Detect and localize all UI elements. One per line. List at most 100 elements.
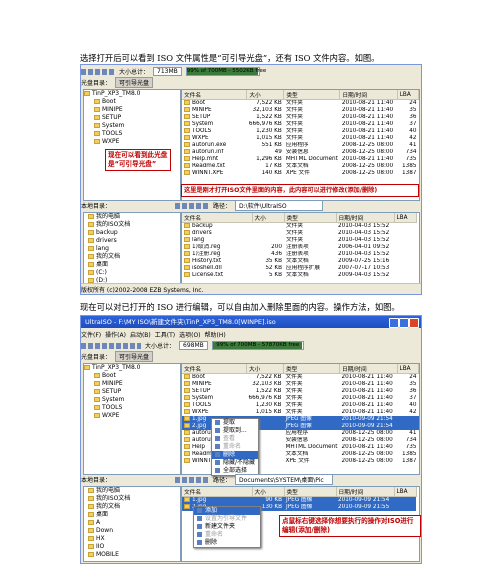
column-header[interactable]: 日期/时间 [339, 364, 398, 374]
tree-item[interactable]: SETUP [84, 114, 180, 122]
file-row[interactable]: 1)注册.reg 436 注册表项 2010-04-03 15:52 [182, 251, 416, 258]
file-row[interactable]: autorun.inf 49 安装信息 2008-12-25 08:00 734 [182, 149, 419, 156]
context-menu-item[interactable]: 删除 [194, 539, 260, 547]
file-row[interactable]: lang 文件夹 2010-04-03 15:52 [182, 237, 416, 244]
file-row[interactable]: Boot 7,522 KB 文件夹 2010-08-21 11:40 24 [182, 100, 419, 108]
file-row[interactable]: drivers 文件夹 2010-04-03 15:52 [182, 230, 416, 237]
column-header[interactable]: 文件名 [182, 90, 248, 100]
context-menu-item[interactable]: 重命名 [194, 531, 260, 539]
tree-item[interactable]: IIO [84, 543, 180, 551]
file-row[interactable]: WINNT.XPE 140 KB XPE 文件 2008-12-25 08:00 138… [182, 170, 419, 177]
column-header[interactable]: 大小 [246, 364, 284, 374]
context-menu-item[interactable]: 添加 [194, 507, 260, 515]
tree-item[interactable]: Down [84, 527, 180, 535]
context-menu-item[interactable]: 重命名 [212, 443, 258, 451]
column-header[interactable]: 类型 [284, 213, 337, 223]
file-row[interactable]: MINIPE 32,103 KB 文件夹 2010-08-21 11:40 35 [182, 381, 419, 388]
column-header[interactable]: 文件名 [182, 364, 247, 374]
column-header[interactable]: 大小 [252, 213, 285, 223]
file-row[interactable]: SETUP 1,522 KB 文件夹 2010-08-21 11:40 36 [182, 388, 419, 395]
tree-item[interactable]: Boot [84, 372, 180, 380]
column-header[interactable]: 文件名 [182, 487, 253, 497]
tree-item[interactable]: Boot [84, 98, 180, 106]
file-row[interactable]: TOOLS 1,230 KB 文件夹 2010-08-21 11:40 40 [182, 128, 419, 135]
file-row[interactable]: Readme.txt 17 KB 文本文档 2008-12-25 08:00 1385 [182, 163, 419, 170]
file-row[interactable]: MINIPE 32,103 KB 文件夹 2010-08-21 11:40 35 [182, 107, 419, 114]
menu-item[interactable]: 工具(T) [155, 330, 175, 339]
tree-item[interactable]: System [84, 122, 180, 130]
file-row[interactable]: autorun.exe 551 KB 应用程序 2008-12-25 08:00 41 [182, 142, 419, 149]
tree-item[interactable]: 我的ISO文档 [84, 221, 180, 229]
column-header[interactable]: 类型 [283, 90, 341, 100]
tree-root[interactable]: TinP_XP3_TM8.0 [84, 90, 180, 98]
tree-item[interactable]: drivers [84, 237, 180, 245]
tree-item[interactable]: SETUP [84, 388, 180, 396]
tree-item[interactable]: 我的文档 [84, 253, 180, 261]
minimize-button[interactable] [389, 318, 399, 328]
toolbar-icons[interactable] [81, 68, 115, 75]
file-row[interactable]: WXPE 1,015 KB 文件夹 2010-08-21 11:40 42 [182, 409, 419, 416]
toolbar-icons[interactable] [81, 342, 141, 349]
tree-item[interactable]: backup [84, 229, 180, 237]
column-header[interactable]: 类型 [283, 364, 340, 374]
context-menu-item[interactable]: 提取 [212, 419, 258, 427]
tree-item[interactable]: WXPE [84, 412, 180, 420]
column-header[interactable]: LBA [394, 487, 417, 497]
file-row[interactable]: System 666,976 KB 文件夹 2010-08-21 11:40 37 [182, 121, 419, 128]
tree-item[interactable]: TOOLS [84, 404, 180, 412]
column-header[interactable]: 类型 [284, 487, 337, 497]
context-menu-item[interactable]: 查看 [212, 435, 258, 443]
column-header[interactable]: 日期/时间 [339, 90, 398, 100]
local-toolbar-icons[interactable] [175, 202, 210, 209]
tree-item[interactable]: 我的电脑 [84, 487, 180, 495]
file-row[interactable]: TOOLS 1,230 KB 文件夹 2010-08-21 11:40 40 [182, 402, 419, 409]
maximize-button[interactable] [399, 318, 409, 328]
file-row[interactable]: 1.jpg 90 KB JPEG 图像 2010-09-09 21:54 [182, 496, 416, 504]
tree-item[interactable]: WXPE [84, 138, 180, 146]
file-row[interactable]: History.txt 35 KB 文本文档 2009-07-25 15:16 [182, 258, 416, 265]
tree-item[interactable]: HX [84, 535, 180, 543]
tree-item[interactable]: 我的电脑 [84, 213, 180, 221]
context-menu-item[interactable]: 隐藏/不隐藏 [212, 459, 258, 467]
file-row[interactable]: backup 文件夹 2010-04-03 15:52 [182, 223, 416, 231]
local-toolbar-icons[interactable] [175, 476, 210, 483]
tree-item[interactable]: 桌面 [84, 511, 180, 519]
menu-item[interactable]: 选项(O) [179, 330, 200, 339]
file-row[interactable]: SETUP 1,522 KB 文件夹 2010-08-21 11:40 36 [182, 114, 419, 121]
column-header[interactable]: 文件名 [182, 213, 253, 223]
context-menu-item[interactable]: 新建文件夹 [194, 523, 260, 531]
file-row[interactable]: System 666,976 KB 文件夹 2010-08-21 11:40 37 [182, 395, 419, 402]
close-button[interactable] [409, 318, 419, 328]
path-field[interactable]: Documents\SYSTEM\桌面\Pic [235, 474, 334, 485]
column-header[interactable]: 日期/时间 [336, 213, 395, 223]
context-menu-item[interactable]: 提取到... [212, 427, 258, 435]
tree-item[interactable]: TOOLS [84, 130, 180, 138]
tree-item[interactable]: MINIPE [84, 380, 180, 388]
column-header[interactable]: LBA [397, 90, 419, 100]
file-row[interactable]: WXPE 1,015 KB 文件夹 2010-08-21 11:40 42 [182, 135, 419, 142]
tree-item[interactable]: 我的文档 [84, 503, 180, 511]
tree-item[interactable]: (C:) [84, 269, 180, 277]
menu-item[interactable]: 启动(B) [130, 330, 151, 339]
column-header[interactable]: 大小 [252, 487, 285, 497]
context-menu-item[interactable]: 设置为引导文件 [194, 515, 260, 523]
column-header[interactable]: 大小 [246, 90, 285, 100]
disc-type-button[interactable]: 可引导光盘 [115, 351, 154, 362]
menu-item[interactable]: 帮助(H) [205, 330, 226, 339]
tree-item[interactable]: 我的ISO文档 [84, 495, 180, 503]
file-row[interactable]: License.txt 5 KB 文本文档 2009-04-03 15:52 [182, 272, 416, 279]
disc-type-button[interactable]: 可引导光盘 [115, 77, 154, 88]
column-header[interactable]: 日期/时间 [336, 487, 395, 497]
tree-item[interactable]: lang [84, 245, 180, 253]
file-row[interactable]: Boot 7,522 KB 文件夹 2010-08-21 11:40 24 [182, 374, 419, 382]
path-field[interactable]: D:\软件\UltraISO [235, 200, 324, 211]
menu-item[interactable]: 操作(A) [105, 330, 126, 339]
tree-item[interactable]: 桌面 [84, 261, 180, 269]
tree-item[interactable]: System [84, 396, 180, 404]
tree-item[interactable]: MOBILE [84, 551, 180, 559]
file-row[interactable]: isoshell.dll 52 KB 应用程序扩展 2007-07-17 10:53 [182, 265, 416, 272]
column-header[interactable]: LBA [394, 213, 417, 223]
tree-item[interactable]: MINIPE [84, 106, 180, 114]
tree-root[interactable]: TinP_XP3_TM8.0 [84, 364, 180, 372]
tree-item[interactable]: A [84, 519, 180, 527]
